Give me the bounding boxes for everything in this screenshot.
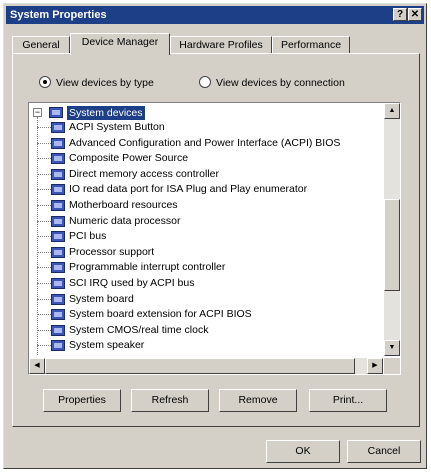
arrow-down-icon: ▼ [388, 344, 396, 351]
device-tree[interactable]: − System devices ACPI System Button Adva… [28, 102, 401, 375]
device-icon [51, 246, 65, 258]
device-icon [51, 168, 65, 180]
scroll-down-button[interactable]: ▼ [384, 340, 400, 356]
properties-button[interactable]: Properties [43, 389, 121, 412]
view-by-type-option[interactable]: View devices by type [39, 76, 154, 90]
device-icon [51, 153, 65, 165]
device-icon [51, 215, 65, 227]
arrow-right-icon: ▶ [372, 362, 378, 369]
arrow-up-icon: ▲ [388, 107, 396, 114]
cancel-button[interactable]: Cancel [347, 440, 421, 463]
device-icon [51, 231, 65, 243]
device-icon [51, 277, 65, 289]
help-button[interactable]: ? [393, 8, 407, 21]
view-by-connection-option[interactable]: View devices by connection [199, 76, 345, 90]
close-icon: ✕ [410, 9, 420, 20]
vertical-scrollbar[interactable]: ▲ ▼ [384, 103, 400, 356]
tree-root-label: System devices [67, 106, 145, 120]
view-by-connection-label: View devices by connection [216, 77, 345, 89]
scrollbar-corner [384, 358, 400, 374]
scroll-up-button[interactable]: ▲ [384, 103, 400, 119]
device-icon [51, 340, 65, 352]
system-properties-window: System Properties ? ✕ General Device Man… [3, 3, 427, 469]
scroll-right-button[interactable]: ▶ [367, 358, 383, 374]
refresh-button[interactable]: Refresh [131, 389, 209, 412]
tab-hardware-profiles[interactable]: Hardware Profiles [170, 36, 272, 54]
title-bar: System Properties ? ✕ [6, 6, 424, 24]
device-icon [51, 199, 65, 211]
scroll-left-button[interactable]: ◀ [29, 358, 45, 374]
tab-device-manager[interactable]: Device Manager [70, 33, 170, 55]
device-icon [51, 324, 65, 336]
device-icon [51, 309, 65, 321]
radio-unselected-icon [199, 76, 211, 88]
device-icon [51, 262, 65, 274]
close-button[interactable]: ✕ [408, 8, 422, 21]
horizontal-scroll-thumb[interactable] [45, 358, 355, 374]
tab-performance[interactable]: Performance [272, 36, 350, 54]
tab-general[interactable]: General [12, 36, 70, 54]
collapse-icon[interactable]: − [33, 108, 42, 117]
view-by-type-label: View devices by type [56, 77, 154, 89]
window-title: System Properties [10, 9, 107, 21]
device-icon [51, 184, 65, 196]
vertical-scroll-thumb[interactable] [384, 199, 400, 291]
radio-selected-icon [39, 76, 51, 88]
device-icon [51, 137, 65, 149]
device-manager-panel: View devices by type View devices by con… [12, 53, 420, 427]
device-icon [51, 293, 65, 305]
arrow-left-icon: ◀ [34, 362, 40, 369]
computer-icon [49, 107, 63, 118]
print-button[interactable]: Print... [309, 389, 387, 412]
horizontal-scrollbar[interactable]: ◀ ▶ [29, 358, 383, 374]
help-icon: ? [396, 9, 404, 20]
device-icon [51, 122, 65, 133]
ok-button[interactable]: OK [266, 440, 340, 463]
device-tree-content: − System devices ACPI System Button Adva… [29, 103, 383, 356]
remove-button[interactable]: Remove [219, 389, 297, 412]
